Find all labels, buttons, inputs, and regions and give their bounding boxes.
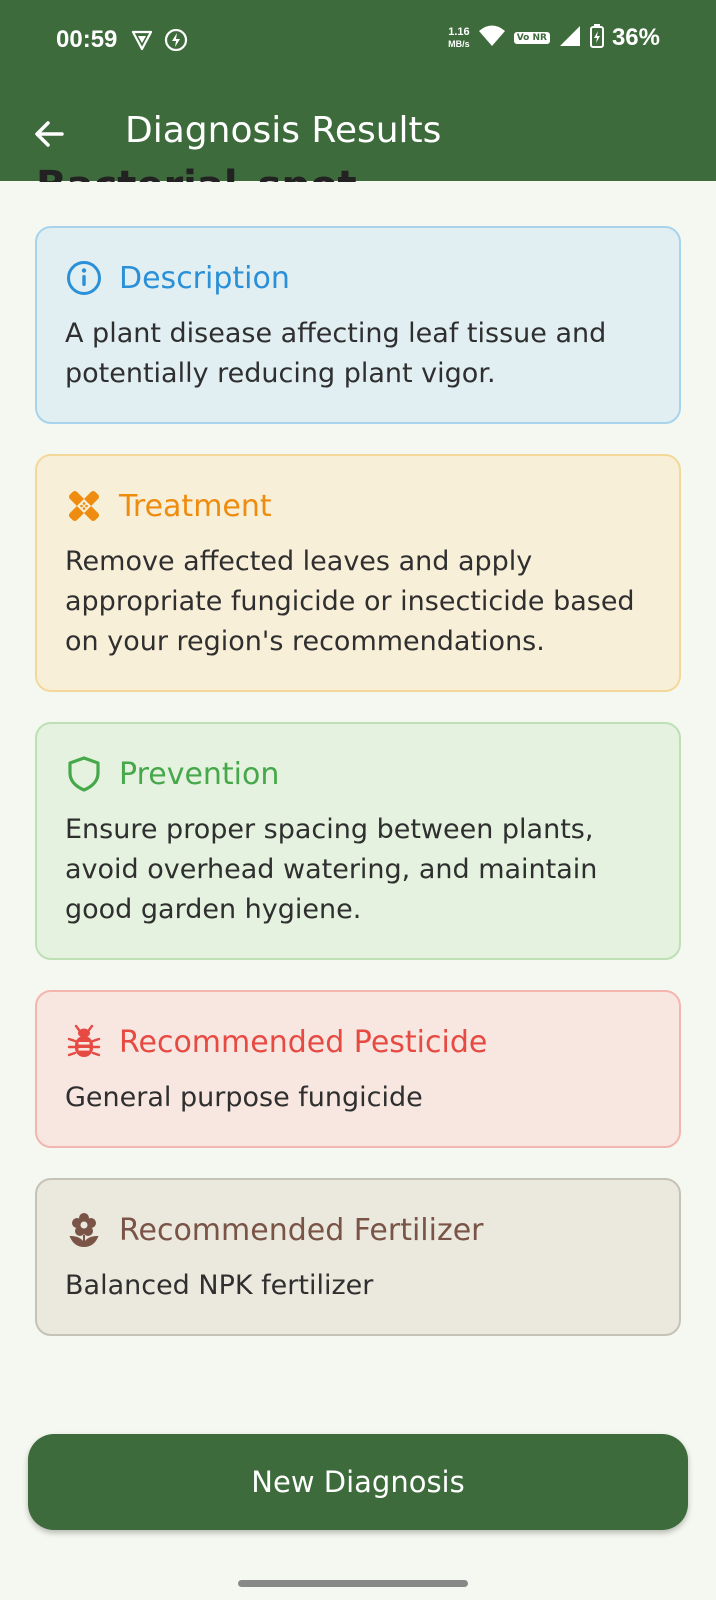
status-notification-icons (130, 28, 188, 56)
disease-heading: Bacterial_spot (36, 148, 357, 182)
prevention-text: Ensure proper spacing between plants, av… (65, 814, 598, 925)
bandage-icon (65, 487, 103, 525)
bug-icon (65, 1023, 103, 1061)
treatment-text: Remove affected leaves and apply appropr… (65, 546, 635, 657)
network-speed-value: 1.16 (448, 26, 470, 38)
page-title: Diagnosis Results (125, 110, 442, 151)
status-system-icons: 1.16 MB/s Vo NR 36% (448, 24, 660, 52)
fertilizer-text: Balanced NPK fertilizer (65, 1270, 374, 1301)
network-speed: 1.16 MB/s (448, 26, 470, 50)
prevention-title: Prevention (119, 756, 280, 792)
shield-icon (65, 755, 103, 793)
charging-bolt-icon (164, 28, 188, 56)
treatment-card-header: Treatment (65, 486, 651, 526)
vpn-shield-icon (130, 28, 154, 56)
description-text: A plant disease affecting leaf tissue an… (65, 318, 607, 389)
pesticide-card: Recommended Pesticide General purpose fu… (35, 990, 681, 1148)
pesticide-text: General purpose fungicide (65, 1082, 423, 1113)
fertilizer-card: Recommended Fertilizer Balanced NPK fert… (35, 1178, 681, 1336)
flower-icon (65, 1211, 103, 1249)
status-bar: 00:59 1.16 MB/s Vo NR 36% (0, 0, 716, 86)
pesticide-card-header: Recommended Pesticide (65, 1022, 651, 1062)
description-card-header: Description (65, 258, 651, 298)
new-diagnosis-button[interactable]: New Diagnosis (28, 1434, 688, 1530)
fertilizer-title: Recommended Fertilizer (119, 1212, 484, 1248)
cell-signal-icon (558, 24, 582, 52)
results-list: Description A plant disease affecting le… (35, 226, 681, 1366)
network-speed-unit: MB/s (448, 39, 470, 49)
status-time: 00:59 (56, 26, 118, 53)
volte-badge: Vo NR (513, 32, 550, 44)
treatment-card: Treatment Remove affected leaves and app… (35, 454, 681, 692)
battery-charging-icon (589, 24, 604, 52)
description-card: Description A plant disease affecting le… (35, 226, 681, 424)
wifi-icon (478, 24, 506, 52)
fertilizer-card-header: Recommended Fertilizer (65, 1210, 651, 1250)
description-title: Description (119, 260, 290, 296)
treatment-title: Treatment (119, 488, 272, 524)
battery-percent: 36% (611, 24, 660, 51)
prevention-card: Prevention Ensure proper spacing between… (35, 722, 681, 960)
pesticide-title: Recommended Pesticide (119, 1024, 488, 1060)
home-indicator[interactable] (238, 1580, 468, 1587)
prevention-card-header: Prevention (65, 754, 651, 794)
info-icon (65, 259, 103, 297)
